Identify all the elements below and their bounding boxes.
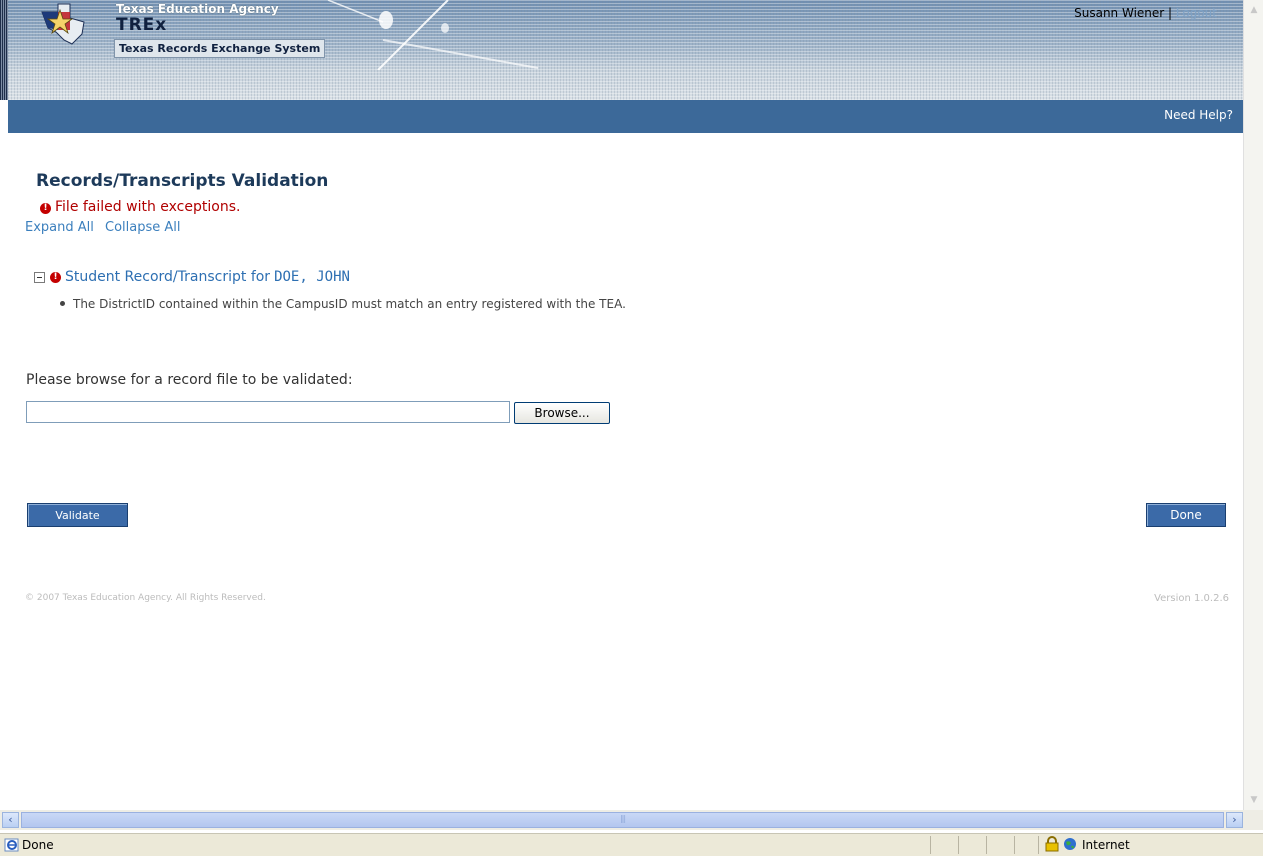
status-panel-divider bbox=[958, 836, 959, 854]
app-full-name: Texas Records Exchange System bbox=[114, 39, 326, 58]
scroll-left-icon[interactable]: ‹ bbox=[2, 812, 19, 828]
scrollbar-thumb[interactable] bbox=[21, 812, 1224, 828]
browse-prompt: Please browse for a record file to be va… bbox=[26, 372, 353, 388]
browser-status-bar: Done Internet bbox=[0, 833, 1263, 856]
left-edge-strip bbox=[0, 0, 8, 100]
collapse-all-link[interactable]: Collapse All bbox=[105, 220, 181, 235]
security-zone-text: Internet bbox=[1082, 838, 1130, 852]
browser-viewport: Texas Education Agency TREx Texas Record… bbox=[0, 0, 1243, 810]
horizontal-scrollbar[interactable]: ‹ › bbox=[0, 810, 1263, 830]
banner-decoration bbox=[327, 0, 539, 70]
collapse-toggle-icon[interactable] bbox=[34, 271, 45, 283]
done-button[interactable]: Done bbox=[1146, 503, 1226, 527]
record-row: ! Student Record/Transcript for DOE, JOH… bbox=[34, 269, 350, 285]
globe-icon bbox=[1064, 838, 1076, 850]
user-name: Susann Wiener bbox=[1074, 6, 1165, 20]
exclamation-icon: ! bbox=[50, 271, 61, 283]
exception-text: The DistrictID contained within the Camp… bbox=[73, 297, 626, 311]
expand-all-link[interactable]: Expand All bbox=[25, 220, 94, 235]
status-panel-divider bbox=[1038, 836, 1039, 854]
validation-status: ! File failed with exceptions. bbox=[40, 199, 240, 215]
copyright-text: © 2007 Texas Education Agency. All Right… bbox=[25, 593, 266, 603]
scroll-up-icon[interactable]: ▲ bbox=[1246, 2, 1262, 18]
vertical-scrollbar[interactable]: ▲ ▼ bbox=[1243, 0, 1263, 810]
record-title[interactable]: Student Record/Transcript for bbox=[65, 269, 270, 285]
exclamation-icon: ! bbox=[40, 203, 51, 214]
user-separator: | bbox=[1168, 6, 1173, 20]
ie-page-icon bbox=[4, 838, 19, 852]
nav-bar: Need Help? bbox=[8, 100, 1243, 133]
status-panel-divider bbox=[1014, 836, 1015, 854]
user-area: Susann Wiener | Logout bbox=[1074, 6, 1217, 20]
scroll-down-icon[interactable]: ▼ bbox=[1246, 792, 1262, 808]
texas-star-logo-icon bbox=[41, 3, 85, 45]
status-text: Done bbox=[22, 838, 54, 852]
logout-link[interactable]: Logout bbox=[1176, 6, 1217, 20]
status-panel-divider bbox=[930, 836, 931, 854]
expand-collapse-links: Expand All Collapse All bbox=[25, 220, 188, 235]
page-title: Records/Transcripts Validation bbox=[36, 171, 329, 191]
need-help-link[interactable]: Need Help? bbox=[1164, 108, 1233, 122]
status-message: File failed with exceptions. bbox=[55, 199, 241, 215]
exception-item: The DistrictID contained within the Camp… bbox=[60, 297, 626, 311]
agency-name: Texas Education Agency bbox=[116, 2, 279, 16]
file-path-input[interactable] bbox=[26, 401, 510, 423]
bullet-icon bbox=[60, 301, 65, 306]
browse-button[interactable]: Browse... bbox=[514, 402, 610, 424]
version-text: Version 1.0.2.6 bbox=[1154, 593, 1229, 604]
validate-button[interactable]: Validate bbox=[27, 503, 128, 527]
app-short-name: TREx bbox=[116, 15, 168, 35]
status-panel-divider bbox=[986, 836, 987, 854]
lock-icon bbox=[1045, 836, 1059, 852]
header-banner: Texas Education Agency TREx Texas Record… bbox=[8, 0, 1243, 100]
scroll-right-icon[interactable]: › bbox=[1226, 812, 1243, 828]
student-name[interactable]: DOE, JOHN bbox=[274, 269, 350, 285]
